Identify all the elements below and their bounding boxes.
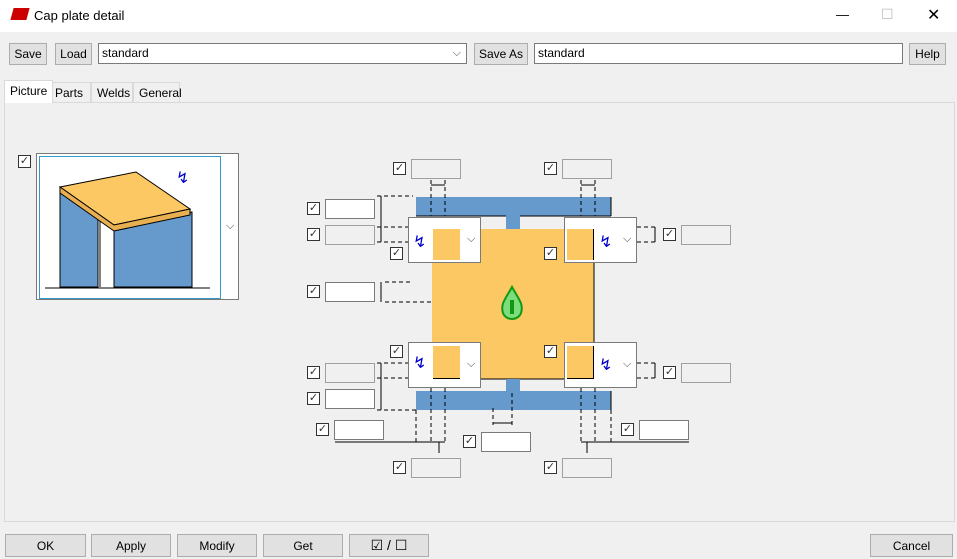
modify-button[interactable]: Modify: [177, 534, 257, 557]
checkbox[interactable]: ✓: [544, 345, 557, 358]
dimension-field[interactable]: [334, 420, 384, 440]
dimension-field[interactable]: [639, 420, 689, 440]
bottom-web: [506, 379, 520, 392]
checkbox[interactable]: ✓: [307, 202, 320, 215]
toggle-all-button[interactable]: ☑ / ☐: [349, 534, 429, 557]
checkbox[interactable]: ✓: [307, 366, 320, 379]
dimension-field[interactable]: [481, 432, 531, 452]
dimension-field[interactable]: [325, 363, 375, 383]
dimension-field[interactable]: [325, 199, 375, 219]
dimension-field[interactable]: [325, 282, 375, 302]
dimension-field[interactable]: [562, 159, 612, 179]
dimension-field[interactable]: [325, 225, 375, 245]
dimension-field[interactable]: [562, 458, 612, 478]
bottom-flange: [416, 391, 611, 410]
top-flange: [416, 197, 611, 216]
dimension-field[interactable]: [325, 389, 375, 409]
swap-icon: ↯: [599, 357, 613, 374]
checkbox[interactable]: ✓: [307, 285, 320, 298]
dimension-field[interactable]: [411, 159, 461, 179]
checkbox[interactable]: ✓: [307, 392, 320, 405]
ok-button[interactable]: OK: [5, 534, 86, 557]
dimension-field[interactable]: [411, 458, 461, 478]
apply-button[interactable]: Apply: [91, 534, 171, 557]
stiffener-top-left-select[interactable]: ↯ ⌵: [408, 217, 481, 263]
get-button[interactable]: Get: [263, 534, 343, 557]
checkbox[interactable]: ✓: [544, 461, 557, 474]
checkbox[interactable]: ✓: [544, 247, 557, 260]
stiffener-top-right-select[interactable]: ↯ ⌵: [564, 217, 637, 263]
checkbox[interactable]: ✓: [393, 162, 406, 175]
dimension-field[interactable]: [681, 363, 731, 383]
chevron-down-icon: ⌵: [623, 358, 632, 370]
checkbox[interactable]: ✓: [390, 247, 403, 260]
dimension-field[interactable]: [681, 225, 731, 245]
cap-plate-diagram: [335, 180, 689, 453]
cancel-button[interactable]: Cancel: [870, 534, 953, 557]
checkbox[interactable]: ✓: [663, 228, 676, 241]
checkbox[interactable]: ✓: [663, 366, 676, 379]
swap-icon: ↯: [599, 234, 613, 251]
stiffener-bottom-left-select[interactable]: ↯ ⌵: [408, 342, 481, 388]
swap-icon: ↯: [413, 234, 427, 251]
checkbox[interactable]: ✓: [393, 461, 406, 474]
chevron-down-icon: ⌵: [467, 233, 476, 245]
checkbox[interactable]: ✓: [307, 228, 320, 241]
checkbox[interactable]: ✓: [621, 423, 634, 436]
chevron-down-icon: ⌵: [467, 358, 476, 370]
checkbox[interactable]: ✓: [390, 345, 403, 358]
stiffener-bottom-right-select[interactable]: ↯ ⌵: [564, 342, 637, 388]
checkbox[interactable]: ✓: [316, 423, 329, 436]
checkbox[interactable]: ✓: [463, 435, 476, 448]
chevron-down-icon: ⌵: [623, 233, 632, 245]
swap-icon: ↯: [413, 355, 427, 372]
tab-picture[interactable]: Picture: [4, 80, 54, 103]
checkbox[interactable]: ✓: [544, 162, 557, 175]
top-web: [506, 216, 520, 230]
